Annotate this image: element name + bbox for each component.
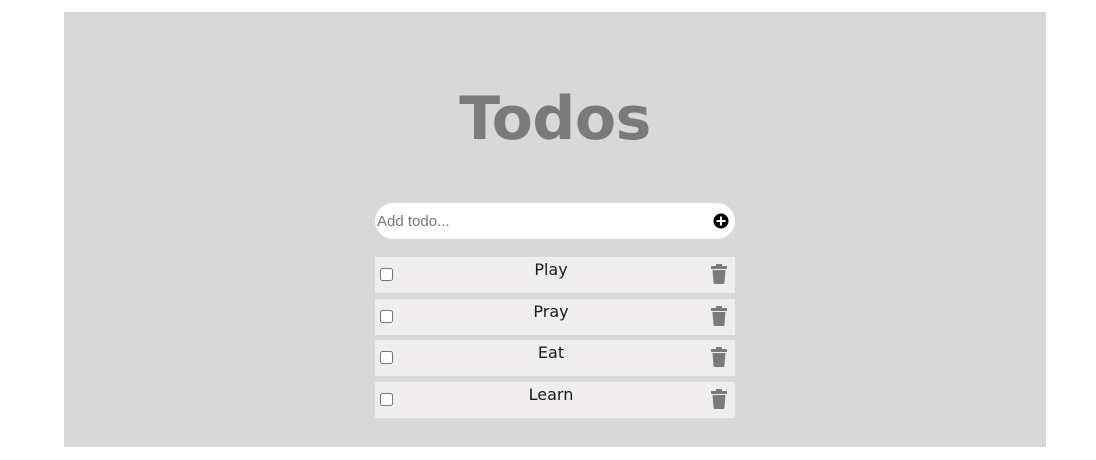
add-todo-form bbox=[375, 203, 735, 239]
todo-label: Learn bbox=[528, 385, 574, 405]
todo-item: Eat bbox=[375, 340, 735, 377]
todo-label: Eat bbox=[537, 343, 565, 363]
trash-icon[interactable] bbox=[711, 264, 727, 284]
todo-item: Learn bbox=[375, 382, 735, 419]
page-title: Todos bbox=[459, 84, 651, 154]
todo-item: Play bbox=[375, 257, 735, 293]
trash-icon[interactable] bbox=[711, 305, 727, 326]
todo-item: Pray bbox=[375, 298, 735, 335]
add-todo-input[interactable] bbox=[377, 203, 697, 239]
todo-list: Play Pray Eat Learn bbox=[375, 257, 735, 424]
trash-icon[interactable] bbox=[711, 347, 727, 368]
todo-label: Pray bbox=[533, 301, 569, 321]
trash-icon[interactable] bbox=[711, 389, 727, 410]
todo-label: Play bbox=[534, 260, 568, 279]
todo-app-panel: Todos Play Pray bbox=[64, 12, 1046, 447]
plus-circle-icon[interactable] bbox=[713, 213, 729, 229]
